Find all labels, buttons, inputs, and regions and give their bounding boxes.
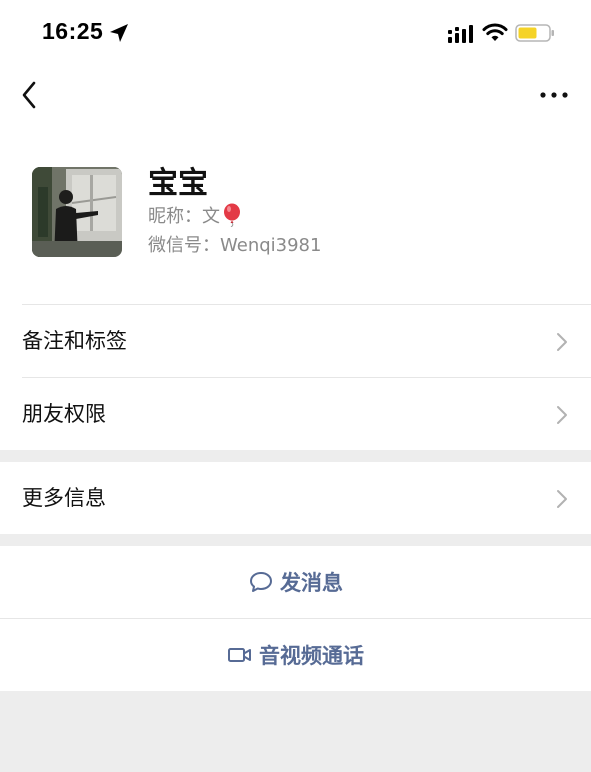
chevron-right-icon <box>557 406 567 424</box>
send-message-button[interactable]: 发消息 <box>0 546 591 618</box>
status-bar: 16:25 <box>0 0 591 66</box>
battery-icon <box>515 24 554 42</box>
chevron-right-icon <box>557 490 567 508</box>
row-remarks-and-tags[interactable]: 备注和标签 <box>0 305 591 377</box>
cellular-signal-icon <box>448 25 473 43</box>
chevron-left-icon[interactable] <box>14 78 44 112</box>
avatar[interactable] <box>32 167 122 257</box>
row-friend-permissions[interactable]: 朋友权限 <box>0 378 591 450</box>
video-call-label: 音视频通话 <box>259 644 364 668</box>
wechat-id: 微信号：Wenqi3981 <box>148 235 322 256</box>
nickname-text: 昵称：文 <box>148 206 220 227</box>
chat-bubble-icon <box>250 572 272 592</box>
video-call-button[interactable]: 音视频通话 <box>0 619 591 691</box>
row-label: 朋友权限 <box>22 402 106 426</box>
video-camera-icon <box>228 648 251 662</box>
balloon-icon <box>224 203 240 227</box>
row-label: 备注和标签 <box>22 329 127 353</box>
contact-profile-page: 16:25 宝宝 昵称：文 微信号：Wenqi3981 备注和标签 朋友权限 更… <box>0 0 591 772</box>
profile-nickname: 昵称：文 <box>148 202 242 228</box>
row-label: 更多信息 <box>22 486 106 510</box>
more-dots-icon[interactable] <box>536 80 572 110</box>
location-arrow-icon <box>110 24 128 42</box>
wifi-icon <box>482 23 508 41</box>
chevron-right-icon <box>557 333 567 351</box>
status-time: 16:25 <box>42 18 104 44</box>
profile-name: 宝宝 <box>148 166 208 201</box>
send-message-label: 发消息 <box>280 571 343 595</box>
avatar-photo <box>32 167 122 257</box>
row-more-info[interactable]: 更多信息 <box>0 462 591 534</box>
